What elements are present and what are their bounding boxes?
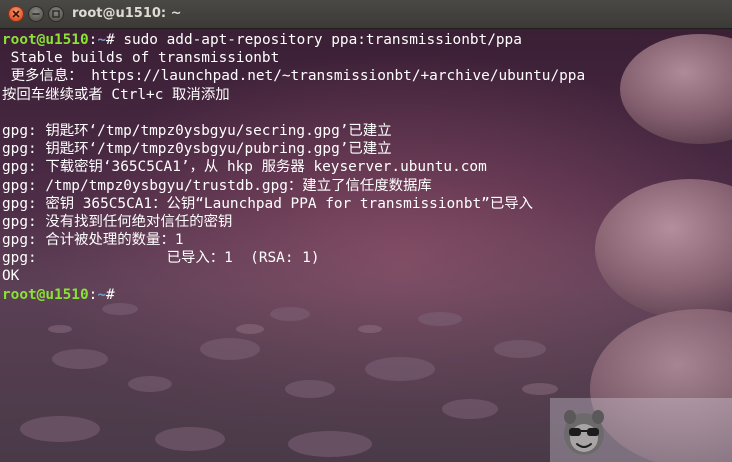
prompt-path: ~ — [97, 286, 106, 303]
mascot-icon — [564, 410, 604, 455]
output-line: 按回车继续或者 Ctrl+c 取消添加 — [2, 86, 230, 103]
terminal-window: root@u1510: ~ root@u1510:~# sudo add-apt… — [0, 0, 732, 462]
prompt-user-host: root@u1510 — [2, 286, 89, 303]
output-line: Stable builds of transmissionbt — [2, 50, 280, 67]
command-text: sudo add-apt-repository ppa:transmission… — [114, 32, 522, 48]
minimize-button[interactable] — [28, 6, 44, 22]
maximize-icon — [52, 10, 60, 18]
title-bar[interactable]: root@u1510: ~ — [0, 0, 732, 29]
prompt-separator: : — [88, 286, 98, 303]
prompt-line: root@u1510:~# — [2, 286, 732, 304]
command-line: root@u1510:~# sudo add-apt-repository pp… — [2, 31, 732, 49]
close-button[interactable] — [8, 6, 24, 22]
output-line: gpg: 已导入：1 (RSA: 1) — [2, 250, 320, 267]
window-title: root@u1510: ~ — [72, 6, 182, 21]
terminal-cursor — [115, 286, 123, 301]
output-line: gpg: 下载密钥‘365C5CA1’，从 hkp 服务器 keyserver.… — [2, 159, 487, 176]
output-line: gpg: /tmp/tmpz0ysbgyu/trustdb.gpg：建立了信任度… — [2, 177, 432, 194]
output-line: OK — [2, 268, 20, 285]
prompt-separator: : — [88, 32, 98, 48]
close-icon — [12, 10, 20, 18]
output-line: gpg: 合计被处理的数量：1 — [2, 232, 184, 249]
minimize-icon — [32, 13, 40, 15]
output-line: gpg: 没有找到任何绝对信任的密钥 — [2, 213, 233, 230]
prompt-path: ~ — [97, 32, 106, 48]
output-line: gpg: 密钥 365C5CA1：公钥“Launchpad PPA for tr… — [2, 195, 533, 212]
prompt-symbol: # — [105, 32, 115, 48]
output-line: gpg: 钥匙环‘/tmp/tmpz0ysbgyu/secring.gpg’已建… — [2, 122, 392, 139]
output-line: gpg: 钥匙环‘/tmp/tmpz0ysbgyu/pubring.gpg’已建… — [2, 141, 392, 158]
prompt-user-host: root@u1510 — [2, 32, 89, 48]
prompt-symbol: # — [105, 286, 115, 303]
output-line: 更多信息： https://launchpad.net/~transmissio… — [2, 68, 586, 85]
maximize-button[interactable] — [48, 6, 64, 22]
